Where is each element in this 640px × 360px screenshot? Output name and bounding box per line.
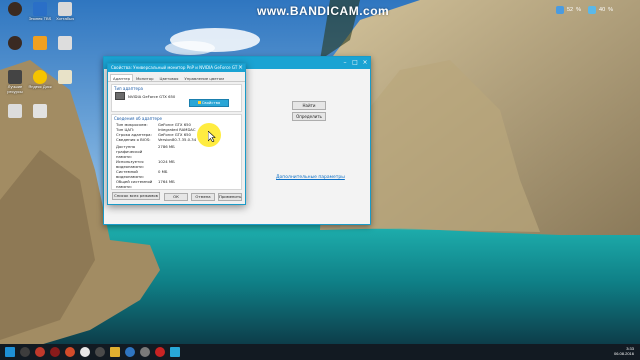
cpu-icon <box>556 6 564 14</box>
desktop-icon-6[interactable] <box>52 36 78 51</box>
find-button[interactable]: Найти <box>292 101 326 110</box>
record-icon[interactable] <box>155 347 165 357</box>
taskbar-app-6-icon[interactable] <box>95 347 105 357</box>
info-row: Используется видеопамяти: 1024 MБ <box>116 159 175 169</box>
desktop-icon-11[interactable] <box>27 104 53 119</box>
display-settings-icon[interactable] <box>170 347 180 357</box>
taskbar-app-4-icon[interactable] <box>65 347 75 357</box>
adapter-name: NVIDIA GeForce GTX 650 <box>128 93 176 99</box>
adapter-type-group: Тип адаптера NVIDIA GeForce GTX 650 Свой… <box>111 84 242 112</box>
memory-icon <box>588 6 597 14</box>
close-icon[interactable]: × <box>360 57 370 69</box>
bandicam-watermark: www.BANDICAM.com <box>257 4 390 18</box>
cancel-button[interactable]: Отмена <box>191 193 215 201</box>
dialog-footer: ОК Отмена Применить <box>164 193 242 201</box>
system-monitor: 52% 40% <box>556 4 613 16</box>
taskbar-app-3-icon[interactable] <box>50 347 60 357</box>
desktop-icon-2[interactable]: Эпопея TBS <box>27 2 53 22</box>
taskbar-app-5-icon[interactable] <box>80 347 90 357</box>
dialog-title: Свойства: Универсальный монитор PnP и NV… <box>111 65 238 70</box>
dialog-close-icon[interactable]: × <box>238 64 243 72</box>
start-icon[interactable] <box>5 347 15 357</box>
tab-color-management[interactable]: Управление цветом <box>181 74 227 81</box>
clock-date: 06.08.2016 <box>613 351 634 356</box>
ok-button[interactable]: ОК <box>164 193 188 201</box>
desktop-icon-3[interactable]: Хоттабыч <box>52 2 78 22</box>
tab-adapter[interactable]: Адаптер <box>110 74 133 81</box>
monitor-value-a: 52 <box>567 7 574 13</box>
maximize-icon[interactable]: □ <box>350 57 360 69</box>
mouse-cursor-icon <box>208 131 216 142</box>
apply-button[interactable]: Применить <box>218 193 242 201</box>
adapter-type-label: Тип адаптера <box>114 86 143 91</box>
detect-button[interactable]: Определить <box>292 112 326 121</box>
tab-monitor[interactable]: Монитор <box>133 74 157 81</box>
taskbar-app-1-icon[interactable] <box>20 347 30 357</box>
list-all-modes-button[interactable]: Список всех режимов <box>112 192 160 200</box>
properties-button[interactable]: Свойства <box>189 99 229 107</box>
graphics-card-icon <box>115 92 125 100</box>
desktop-icon-8[interactable]: Яндекс Диск <box>27 70 53 90</box>
info-row: Доступно графической памяти: 2786 MБ <box>116 144 175 159</box>
back-window-header <box>324 71 368 79</box>
desktop-icon-10[interactable] <box>2 104 28 119</box>
adapter-info-group: Сведения об адаптере Тип микросхем: GeFor… <box>111 114 242 190</box>
minimize-icon[interactable]: – <box>340 57 350 69</box>
taskbar-app-9-icon[interactable] <box>140 347 150 357</box>
desktop-icon-7[interactable]: Лучшие ресурсы <box>2 70 28 94</box>
desktop-icon-5[interactable] <box>27 36 53 51</box>
system-tray-clock[interactable]: 3:33 06.08.2016 <box>614 346 634 356</box>
adapter-properties-dialog[interactable]: Свойства: Универсальный монитор PnP и NV… <box>107 63 246 205</box>
taskbar-app-8-icon[interactable] <box>125 347 135 357</box>
tab-color[interactable]: Цветовая <box>157 74 182 81</box>
desktop-icon-9[interactable] <box>52 70 78 85</box>
taskbar: 3:33 06.08.2016 <box>0 344 640 360</box>
info-row: Общей системной памяти: 1764 MБ <box>116 179 175 189</box>
advanced-settings-link[interactable]: Дополнительные параметры <box>276 175 345 180</box>
folder-icon[interactable] <box>110 347 120 357</box>
desktop-icon-1[interactable] <box>2 2 28 17</box>
dialog-tabs: Адаптер Монитор Цветовая Управление цвет… <box>108 72 245 82</box>
dialog-titlebar[interactable]: Свойства: Универсальный монитор PnP и NV… <box>108 64 245 72</box>
adapter-info-label: Сведения об адаптере <box>114 116 162 121</box>
info-row: Системной видеопамяти: 0 MБ <box>116 169 168 179</box>
shield-icon <box>197 101 201 104</box>
desktop-icon-4[interactable] <box>2 36 28 51</box>
monitor-value-b: 40 <box>599 7 606 13</box>
taskbar-app-2-icon[interactable] <box>35 347 45 357</box>
